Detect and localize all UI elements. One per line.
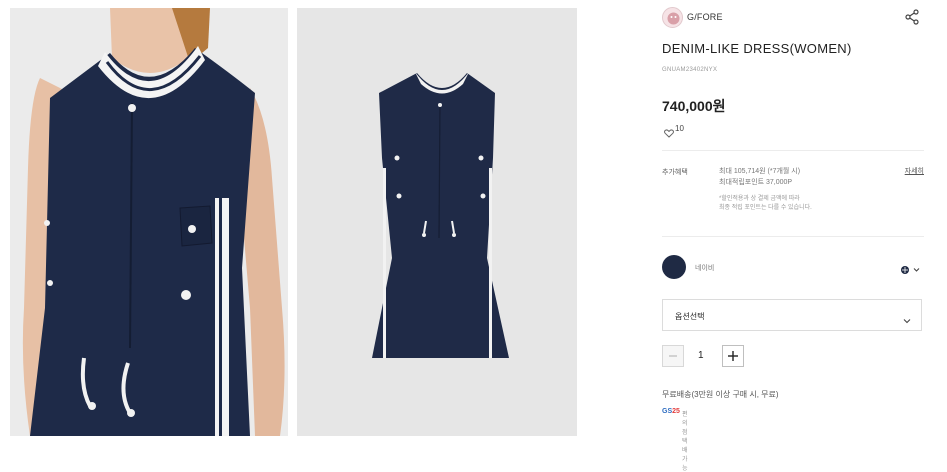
shipping-info: 무료배송(3만원 이상 구매 시, 무료) [662,390,779,399]
product-code: GNUAM23402NYX [662,67,718,73]
option-select-label: 옵션선택 [675,312,705,321]
brand-name[interactable]: G/FORE [687,12,723,22]
heart-icon[interactable] [664,125,674,138]
benefits-lines: 최대 105,714원 (*7개월 시) 최대적립포인트 37,000P [719,166,889,188]
product-title: DENIM-LIKE DRESS(WOMEN) [662,41,852,56]
quantity-increase-button[interactable] [722,345,744,367]
brand-logo-icon[interactable] [662,7,683,28]
model-photo [10,8,288,436]
flat-product-photo [297,8,577,436]
benefit-note-line2: 최종 적립 포인트는 다를 수 있습니다. [719,205,812,211]
divider [662,236,924,237]
chevron-down-icon [903,312,911,324]
product-price: 740,000원 [662,98,726,114]
plus-icon [723,346,743,366]
color-toggle[interactable] [900,262,922,274]
option-select[interactable]: 옵션선택 [662,299,922,331]
likes-count: 10 [675,124,684,133]
pickup-text: 편의점택배 가능 [682,412,688,472]
divider [662,150,924,151]
color-name: 네이비 [695,265,715,272]
benefit-points: 최대적립포인트 37,000P [719,179,793,186]
benefit-installment: 최대 105,714원 (*7개월 시) [719,168,801,175]
minus-icon [663,346,683,366]
brand-row: G/FORE [662,7,924,29]
product-info-panel: G/FORE DENIM-LIKE DRESS(WOMEN) GNUAM2340… [662,0,924,472]
benefit-note: *할인적용과 상 결제 금액에 따라 최종 적립 포인트는 다를 수 있습니다. [719,195,899,213]
quantity-decrease-button[interactable] [662,345,684,367]
benefits-label: 추가혜택 [662,169,688,176]
quantity-value[interactable]: 1 [698,350,704,361]
benefit-note-line1: *할인적용과 상 결제 금액에 따라 [719,196,800,202]
share-icon[interactable] [904,9,920,25]
gs25-logo: GS25 [662,408,680,415]
color-swatch-navy[interactable] [662,255,686,279]
benefits-detail-link[interactable]: 자세히 [905,166,924,176]
